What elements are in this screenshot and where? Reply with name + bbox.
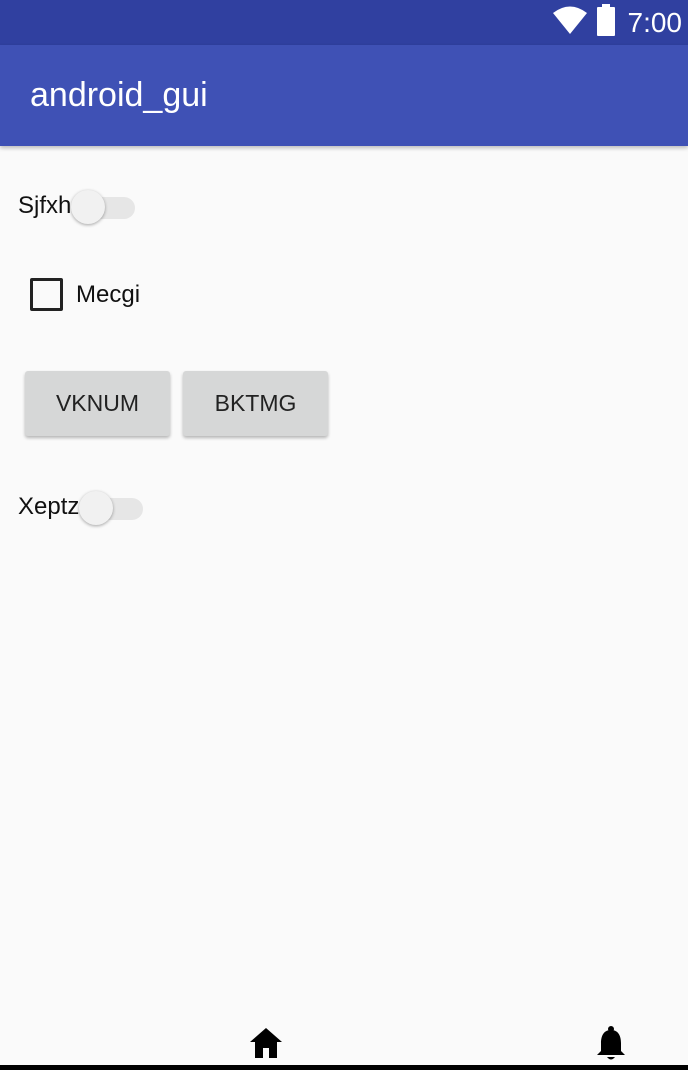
checkbox-mecgi[interactable] (30, 278, 63, 311)
switch-xeptz[interactable] (79, 489, 145, 525)
bell-icon[interactable] (594, 1026, 628, 1067)
wifi-icon (552, 5, 588, 40)
switch-sjfxh[interactable] (71, 188, 137, 224)
switch-label-xeptz: Xeptz (18, 493, 80, 520)
nav-bar (0, 1020, 688, 1070)
switch-row-sjfxh: Sjfxh (18, 188, 137, 224)
status-time: 7:00 (627, 7, 683, 38)
app-title: android_gui (30, 76, 208, 114)
checkbox-label-mecgi: Mecgi (76, 280, 141, 308)
switch-label-sjfxh: Sjfxh (18, 192, 72, 219)
battery-icon (596, 4, 616, 41)
home-icon[interactable] (248, 1026, 284, 1065)
nav-divider (0, 1065, 688, 1070)
status-bar: 7:00 (0, 0, 688, 45)
bktmg-button[interactable]: BKTMG (183, 371, 328, 436)
app-bar: android_gui (0, 45, 688, 146)
checkbox-row-mecgi[interactable]: Mecgi (30, 278, 140, 311)
vknum-button[interactable]: VKNUM (25, 371, 170, 436)
status-icons: 7:00 (552, 0, 683, 45)
switch-row-xeptz: Xeptz (18, 489, 145, 525)
